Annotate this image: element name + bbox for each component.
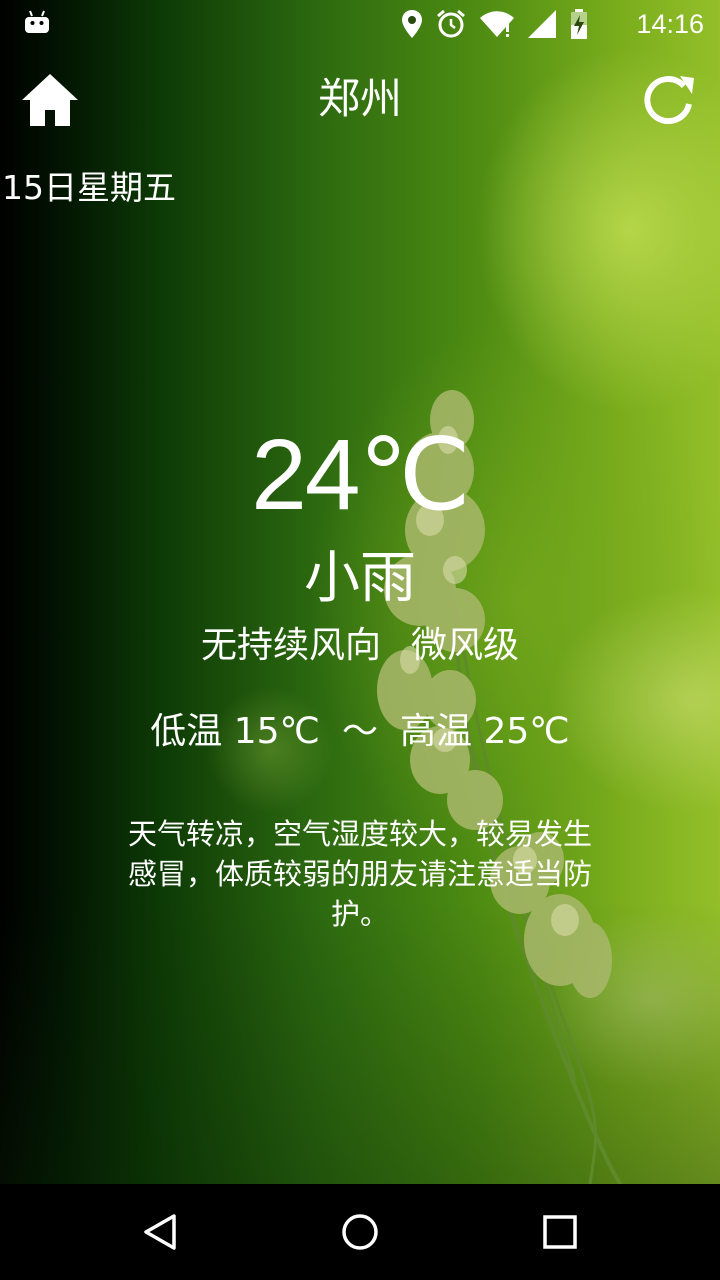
back-icon[interactable] <box>136 1208 184 1256</box>
refresh-icon[interactable] <box>638 70 698 130</box>
wind-info: 无持续风向 微风级 <box>0 622 720 670</box>
battery-charging-icon <box>571 9 587 39</box>
weather-tip: 天气转凉，空气湿度较大，较易发生感冒，体质较弱的朋友请注意适当防护。 <box>127 817 592 931</box>
wind-level: 微风级 <box>411 625 520 666</box>
home-circle-icon[interactable] <box>336 1208 384 1256</box>
low-temperature: 低温 15℃ <box>150 711 320 752</box>
location-icon <box>402 10 422 38</box>
high-temperature: 高温 25℃ <box>400 711 570 752</box>
wind-direction: 无持续风向 <box>200 625 381 666</box>
current-temperature: 24℃ <box>251 419 471 531</box>
recents-icon[interactable] <box>536 1208 584 1256</box>
weather-condition: 小雨 <box>304 546 416 611</box>
status-icons <box>402 9 588 39</box>
wifi-icon <box>480 11 514 37</box>
city-title: 郑州 <box>317 74 402 123</box>
status-time: 14:16 <box>636 9 704 39</box>
date-text: 15日星期五 <box>2 168 176 207</box>
android-icon <box>25 10 49 33</box>
signal-icon <box>528 10 556 38</box>
range-separator: ～ <box>341 711 378 752</box>
alarm-icon <box>437 9 465 38</box>
navigation-bar <box>0 1184 720 1280</box>
weather-screen: 14:16 郑州 15日星期五 24℃ 小雨 无持续风向 微风级 低温 15℃ ～ 高… <box>0 0 720 1280</box>
temperature-range: 低温 15℃ ～ 高温 25℃ <box>0 708 720 756</box>
status-bar: 14:16 <box>0 0 720 48</box>
